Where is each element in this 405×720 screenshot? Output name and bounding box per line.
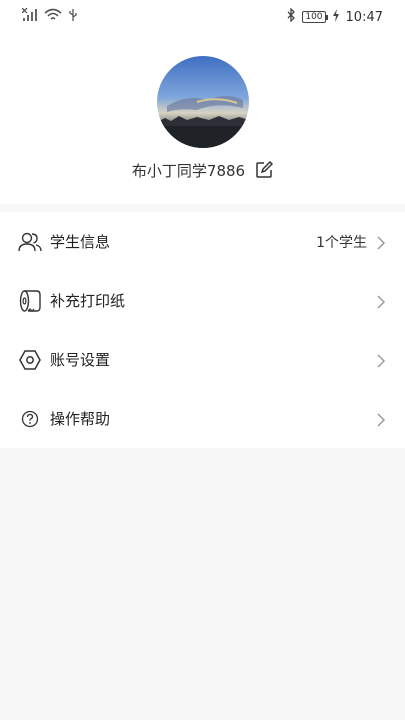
menu-item-label: 补充打印纸 <box>50 292 126 310</box>
menu-item-help[interactable]: 操作帮助 <box>0 389 405 448</box>
chevron-right-icon <box>375 235 387 250</box>
menu-item-student-info[interactable]: 学生信息 1个学生 <box>0 212 405 271</box>
wifi-icon <box>44 8 62 26</box>
menu-item-refill-paper[interactable]: 补充打印纸 <box>0 271 405 330</box>
menu-list: 学生信息 1个学生 补充打印纸 账号设置 操作帮助 <box>0 212 405 448</box>
username-row: 布小丁同学7886 <box>0 158 405 182</box>
settings-hex-icon <box>18 348 42 372</box>
charging-icon <box>332 8 340 26</box>
menu-item-account-settings[interactable]: 账号设置 <box>0 330 405 389</box>
help-icon <box>18 407 42 431</box>
menu-item-label: 账号设置 <box>50 351 111 369</box>
status-bar: 100 10:47 <box>0 0 405 34</box>
clock: 10:47 <box>345 9 383 25</box>
usb-icon <box>68 8 78 26</box>
no-signal-icon <box>21 7 38 26</box>
battery-icon: 100 <box>302 11 328 23</box>
bluetooth-icon <box>286 7 296 26</box>
status-left-icons <box>21 7 78 26</box>
menu-item-label: 操作帮助 <box>50 410 111 428</box>
profile-card: 布小丁同学7886 <box>0 34 405 204</box>
users-icon <box>18 230 42 254</box>
avatar[interactable] <box>157 56 249 148</box>
edit-icon[interactable] <box>255 160 274 179</box>
chevron-right-icon <box>375 353 387 368</box>
menu-item-label: 学生信息 <box>50 233 111 251</box>
chevron-right-icon <box>375 412 387 427</box>
student-count: 1个学生 <box>316 234 367 251</box>
chevron-right-icon <box>375 294 387 309</box>
paper-roll-icon <box>18 289 42 313</box>
status-right-icons: 100 10:47 <box>286 7 383 26</box>
username: 布小丁同学7886 <box>131 161 246 180</box>
